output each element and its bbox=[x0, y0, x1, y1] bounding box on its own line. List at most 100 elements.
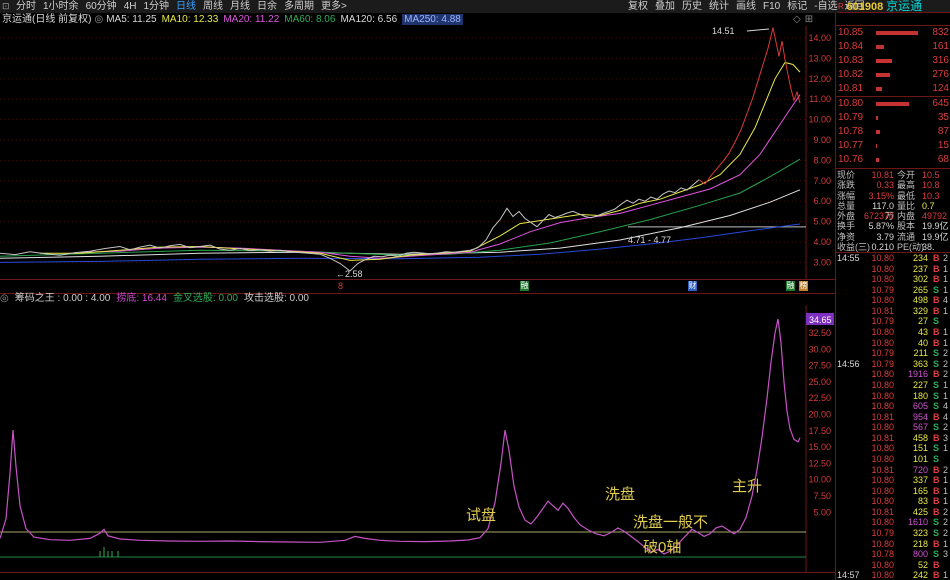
tick-count: 1 bbox=[943, 496, 949, 507]
stat-label: 股本 bbox=[897, 221, 916, 232]
order-volume: 832 bbox=[932, 27, 949, 38]
tick-price: 10.80 bbox=[871, 263, 894, 274]
stat-label: PE(动) bbox=[897, 242, 925, 253]
tick-count: 2 bbox=[943, 517, 949, 528]
event-marker-icon[interactable]: 融 bbox=[786, 281, 795, 291]
period-tab[interactable]: 1小时余 bbox=[43, 1, 79, 12]
bid-row[interactable]: 10.80 645 bbox=[836, 97, 950, 111]
ask-row[interactable]: 10.81 124 bbox=[836, 82, 950, 97]
tick-price: 10.81 bbox=[871, 305, 894, 316]
low-annotation: ←2.58 bbox=[336, 269, 363, 279]
indicator-chart[interactable]: 32.50 30.00 27.50 25.00 22.50 20.00 17.50 15.00… bbox=[0, 305, 835, 573]
tick-time: 14:56 bbox=[837, 358, 860, 369]
ask-row[interactable]: 10.82 276 bbox=[836, 68, 950, 82]
tick-direction: B bbox=[933, 253, 940, 263]
ask-row[interactable]: 10.84 161 bbox=[836, 40, 950, 54]
period-tab[interactable]: 日余 bbox=[257, 1, 277, 12]
stat-value: 19.9亿 bbox=[922, 221, 949, 232]
tick-price: 10.80 bbox=[871, 517, 894, 528]
volume-bar bbox=[876, 130, 880, 134]
tick-time: 14:57 bbox=[837, 570, 860, 580]
period-tab[interactable]: 60分钟 bbox=[86, 1, 117, 12]
tick-volume: 101 bbox=[912, 453, 928, 464]
price-scale-label: 8.00 bbox=[813, 155, 831, 165]
tick-direction: S bbox=[933, 517, 940, 528]
bid-row[interactable]: 10.77 15 bbox=[836, 139, 950, 153]
tick-count: 4 bbox=[943, 411, 949, 422]
stat-value: 0.210 bbox=[871, 242, 894, 253]
volume-bar bbox=[876, 31, 918, 35]
ask-row[interactable]: 10.83 316 bbox=[836, 54, 950, 68]
tick-list[interactable]: 14:55 10.80 234 B 2 10.80 237 B 1 10.80 302 B 1 10.79… bbox=[836, 252, 950, 580]
tick-volume: 242 bbox=[912, 570, 928, 580]
menu-action[interactable]: 统计 bbox=[709, 1, 729, 12]
tick-direction: B bbox=[933, 496, 940, 507]
period-tab[interactable]: 日线 bbox=[176, 1, 196, 12]
tick-volume: 40 bbox=[917, 337, 928, 348]
volume-bar bbox=[876, 59, 892, 63]
series-ma120 bbox=[0, 189, 801, 259]
stock-label[interactable]: R 601908 京运通 bbox=[838, 0, 950, 13]
period-tab[interactable]: 多周期 bbox=[284, 1, 314, 12]
tick-row: 10.80 498 B 4 bbox=[836, 295, 950, 306]
stat-label: 量比 bbox=[897, 200, 916, 211]
tick-count: 1 bbox=[943, 379, 949, 390]
event-marker-icon[interactable]: 融 bbox=[520, 281, 529, 291]
tick-direction: B bbox=[933, 263, 940, 274]
menu-action[interactable]: 画线 bbox=[736, 1, 756, 12]
period-tab[interactable]: 月线 bbox=[230, 1, 250, 12]
tick-volume: 27 bbox=[917, 316, 928, 327]
tick-volume: 363 bbox=[912, 358, 928, 369]
ask-row[interactable]: 10.85 832 bbox=[836, 26, 950, 40]
tick-volume: 227 bbox=[912, 379, 928, 390]
price-scale-label: 11.00 bbox=[809, 94, 831, 104]
volume-bar bbox=[876, 73, 890, 77]
event-marker-icon[interactable]: 财 bbox=[688, 281, 697, 291]
order-price: 10.82 bbox=[838, 69, 864, 80]
tick-direction: S bbox=[933, 358, 940, 369]
tick-price: 10.80 bbox=[871, 337, 894, 348]
price-scale-label: 7.00 bbox=[813, 176, 831, 186]
period-tab[interactable]: 1分钟 bbox=[143, 1, 169, 12]
period-tab[interactable]: 更多> bbox=[321, 1, 347, 12]
tick-volume: 151 bbox=[912, 443, 928, 454]
window-icon[interactable]: ⊡ bbox=[2, 0, 10, 13]
menu-action[interactable]: -自选 bbox=[814, 1, 837, 12]
tick-volume: 1610 bbox=[907, 517, 928, 528]
tick-price: 10.79 bbox=[871, 316, 894, 327]
tick-volume: 329 bbox=[912, 305, 928, 316]
main-price-chart[interactable]: 14.00 13.00 12.00 11.00 10.00 9.00 8.00 7.00 6.0… bbox=[0, 26, 835, 279]
tick-volume: 83 bbox=[917, 496, 928, 507]
period-tab[interactable]: 4H bbox=[124, 1, 137, 12]
menu-action[interactable]: 复权 bbox=[628, 1, 648, 12]
stat-label: 涨跌 bbox=[837, 180, 856, 191]
period-tab[interactable]: 周线 bbox=[203, 1, 223, 12]
event-marker-icon[interactable]: 榜 bbox=[799, 281, 808, 291]
order-volume: 316 bbox=[932, 55, 949, 66]
indicator-header-item: 筹码之王 : 0.00 : 4.00 bbox=[14, 293, 111, 304]
tick-direction: S bbox=[933, 316, 940, 327]
order-price: 10.79 bbox=[838, 112, 864, 123]
order-volume: 35 bbox=[937, 112, 949, 123]
period-tab[interactable]: 分时 bbox=[16, 1, 36, 12]
indicator-scale-label: 7.50 bbox=[813, 491, 831, 501]
menu-action[interactable]: 历史 bbox=[682, 1, 702, 12]
tick-direction: S bbox=[933, 390, 940, 401]
order-volume: 276 bbox=[932, 69, 949, 80]
bid-row[interactable]: 10.76 68 bbox=[836, 153, 950, 167]
stat-value: 10.8 bbox=[922, 180, 940, 191]
menu-action[interactable]: 叠加 bbox=[655, 1, 675, 12]
bid-row[interactable]: 10.78 87 bbox=[836, 125, 950, 139]
menu-action[interactable]: F10 bbox=[763, 1, 780, 12]
tick-count: 1 bbox=[943, 443, 949, 454]
chart-corner-icons[interactable]: ◇⊞ bbox=[793, 13, 817, 26]
current-value-label: 34.65 bbox=[809, 315, 832, 325]
bid-row[interactable]: 10.79 35 bbox=[836, 111, 950, 125]
tick-row: 10.81 720 B 2 bbox=[836, 465, 950, 476]
tick-direction: B bbox=[933, 411, 940, 422]
menu-action[interactable]: 标记 bbox=[787, 1, 807, 12]
tick-price: 10.80 bbox=[871, 401, 894, 412]
indicator-badge-icon[interactable]: ◎ bbox=[94, 14, 103, 25]
tick-count: 1 bbox=[943, 475, 949, 486]
stat-value: 19.9亿 bbox=[922, 231, 949, 242]
